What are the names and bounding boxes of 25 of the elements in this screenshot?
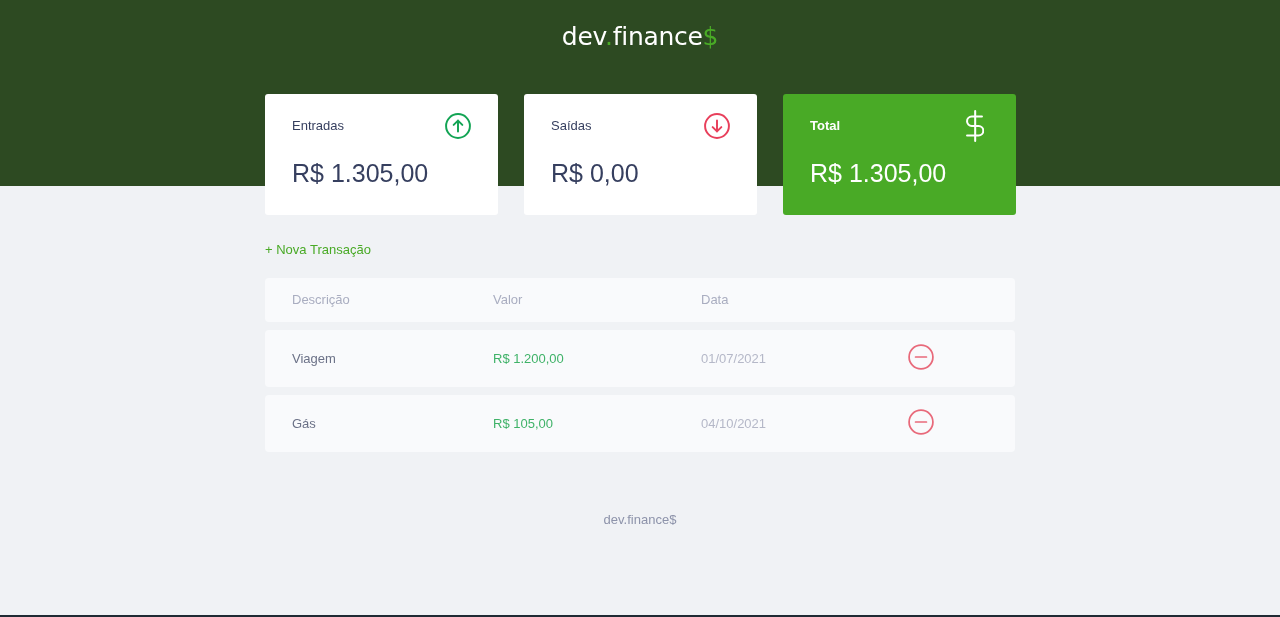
new-transaction-link[interactable]: + Nova Transação [265, 241, 371, 259]
column-header: Data [701, 291, 729, 309]
arrow-up-circle-icon [445, 113, 471, 139]
column-header: Valor [493, 291, 523, 309]
card-amount: R$ 0,00 [551, 158, 640, 189]
column-header: Descrição [292, 291, 350, 309]
logo: dev.finance$ [561, 21, 719, 53]
minus-circle-icon [908, 344, 934, 370]
arrow-down-circle-icon [704, 113, 730, 139]
dollar-sign-icon [965, 110, 984, 142]
date-cell: 01/07/2021 [701, 349, 767, 368]
amount-cell: R$ 105,00 [493, 414, 553, 433]
footer-text: dev.finance$ [603, 511, 677, 529]
card-label: Saídas [551, 117, 592, 135]
remove-button[interactable] [908, 344, 934, 370]
minus-circle-icon [908, 409, 934, 435]
card-amount: R$ 1.305,00 [810, 158, 948, 189]
amount-cell: R$ 1.200,00 [493, 349, 564, 368]
date-cell: 04/10/2021 [701, 414, 767, 433]
description-cell: Gás [292, 414, 316, 433]
remove-button[interactable] [908, 409, 934, 435]
description-cell: Viagem [292, 349, 336, 368]
card-label: Entradas [292, 117, 345, 135]
card-amount: R$ 1.305,00 [292, 158, 430, 189]
card-label: Total [810, 117, 841, 135]
